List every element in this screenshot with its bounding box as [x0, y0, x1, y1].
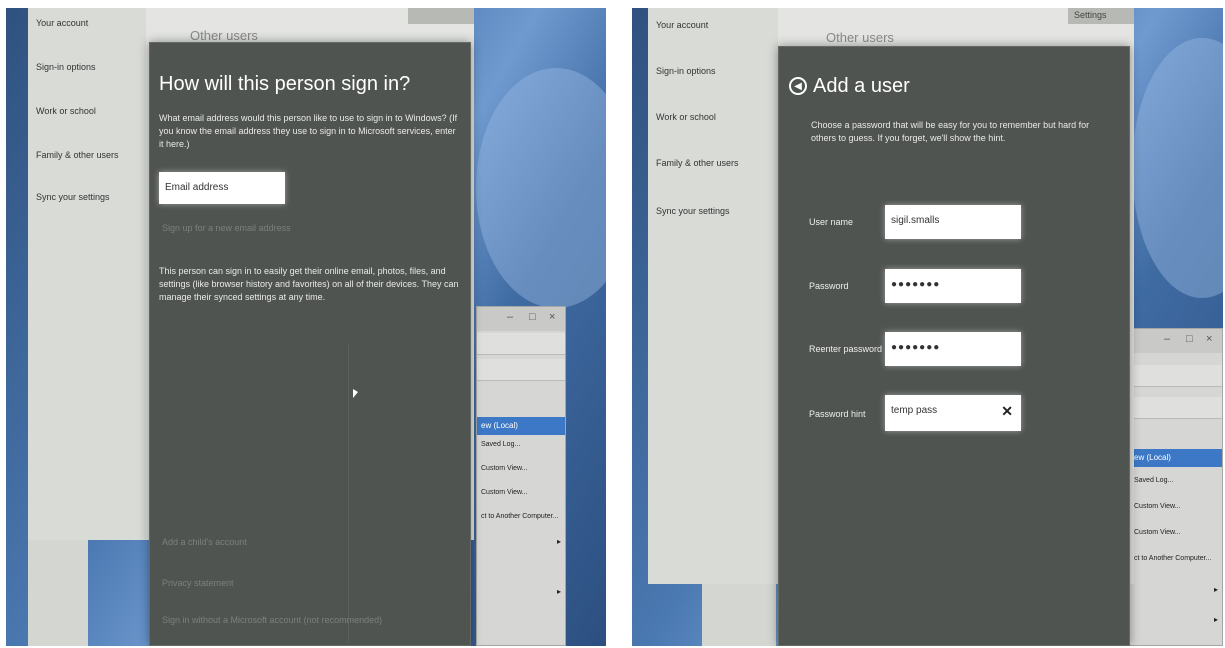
action-item[interactable]: Custom View... [1134, 529, 1181, 536]
password-hint-value: temp pass [891, 405, 938, 416]
close-button[interactable]: × [1206, 333, 1212, 345]
dialog-heading: How will this person sign in? [159, 73, 411, 95]
action-item[interactable]: Custom View... [481, 489, 528, 496]
email-field[interactable]: Email address [159, 172, 285, 204]
dialog-intro: What email address would this person lik… [159, 113, 458, 149]
back-arrow-icon[interactable]: ◀ [789, 77, 807, 95]
chevron-right-icon: ▸ [1213, 585, 1218, 594]
nav-item-sign-in-options[interactable]: Sign-in options [36, 62, 96, 72]
action-item[interactable]: Custom View... [481, 465, 528, 472]
action-item[interactable]: ct to Another Computer... [1134, 555, 1211, 562]
background-app-window[interactable]: – □ × ew (Local) Saved Log... Custom Vie… [476, 306, 566, 646]
settings-sidebar: Your account Sign-in options Work or sch… [28, 8, 146, 540]
window-title-strip: Settings [1068, 8, 1134, 24]
app-menu-row [1130, 365, 1222, 387]
selected-tree-item[interactable]: ew (Local) [477, 417, 565, 435]
reenter-password-label: Reenter password [809, 344, 883, 354]
app-titlebar: – □ × [1130, 329, 1222, 353]
chevron-right-icon: ▸ [1213, 615, 1218, 624]
section-title: Other users [826, 30, 894, 45]
privacy-statement-link[interactable]: Privacy statement [162, 578, 234, 588]
clear-icon[interactable]: ✕ [1001, 397, 1013, 425]
app-titlebar: – □ × [477, 307, 565, 331]
password-hint-label: Password hint [809, 409, 866, 419]
action-item[interactable]: Custom View... [1134, 503, 1181, 510]
nav-item-sign-in-options[interactable]: Sign-in options [656, 66, 716, 76]
sign-in-dialog: How will this person sign in? What email… [149, 42, 471, 646]
chevron-right-icon: ▸ [556, 587, 561, 596]
nav-item-family-other-users[interactable]: Family & other users [656, 158, 739, 168]
username-field[interactable]: sigil.smalls [885, 205, 1021, 239]
dialog-intro: Choose a password that will be easy for … [811, 120, 1090, 143]
action-item[interactable]: ct to Another Computer... [481, 513, 558, 520]
settings-window-lower [28, 540, 88, 646]
nav-item-sync-settings[interactable]: Sync your settings [656, 206, 730, 216]
app-toolbar-row [1130, 397, 1222, 419]
nav-item-work-or-school[interactable]: Work or school [36, 106, 96, 116]
password-field[interactable]: ●●●●●●● [885, 269, 1021, 303]
background-app-window[interactable]: – □ × ew (Local) Saved Log... Custom Vie… [1129, 328, 1223, 646]
dialog-body-text: This person can sign in to easily get th… [159, 266, 459, 302]
window-title-strip [408, 8, 474, 24]
chevron-right-icon: ▸ [556, 537, 561, 546]
dialog-heading: Add a user [813, 75, 910, 97]
minimize-button[interactable]: – [1164, 333, 1170, 345]
close-button[interactable]: × [549, 311, 555, 323]
nav-item-family-other-users[interactable]: Family & other users [36, 150, 119, 160]
section-title: Other users [190, 28, 258, 43]
settings-sidebar: Your account Sign-in options Work or sch… [648, 8, 778, 584]
nav-item-sync-settings[interactable]: Sync your settings [36, 192, 110, 202]
add-user-dialog: ◀ Add a user Choose a password that will… [778, 46, 1130, 646]
nav-item-your-account[interactable]: Your account [656, 20, 708, 30]
maximize-button[interactable]: □ [1186, 333, 1193, 345]
settings-window-lower [702, 584, 776, 646]
password-label: Password [809, 281, 849, 291]
username-label: User name [809, 217, 854, 227]
left-screenshot: – □ × ew (Local) Saved Log... Custom Vie… [6, 8, 606, 646]
app-toolbar-row [477, 359, 565, 381]
local-account-link[interactable]: Sign in without a Microsoft account (not… [162, 615, 382, 625]
divider [348, 343, 349, 643]
minimize-button[interactable]: – [507, 311, 513, 323]
nav-item-work-or-school[interactable]: Work or school [656, 112, 716, 122]
add-child-link[interactable]: Add a child's account [162, 537, 247, 547]
action-item[interactable]: Saved Log... [481, 441, 520, 448]
action-item[interactable]: Saved Log... [1134, 477, 1173, 484]
mouse-cursor-icon [353, 389, 358, 398]
signup-email-link[interactable]: Sign up for a new email address [162, 223, 291, 233]
nav-item-your-account[interactable]: Your account [36, 18, 88, 28]
reenter-password-field[interactable]: ●●●●●●● [885, 332, 1021, 366]
window-title: Settings [1074, 10, 1107, 20]
selected-tree-item[interactable]: ew (Local) [1130, 449, 1222, 467]
maximize-button[interactable]: □ [529, 311, 536, 323]
app-menu-row [477, 333, 565, 355]
password-hint-field[interactable]: temp pass ✕ [885, 395, 1021, 431]
right-screenshot: – □ × ew (Local) Saved Log... Custom Vie… [632, 8, 1223, 646]
